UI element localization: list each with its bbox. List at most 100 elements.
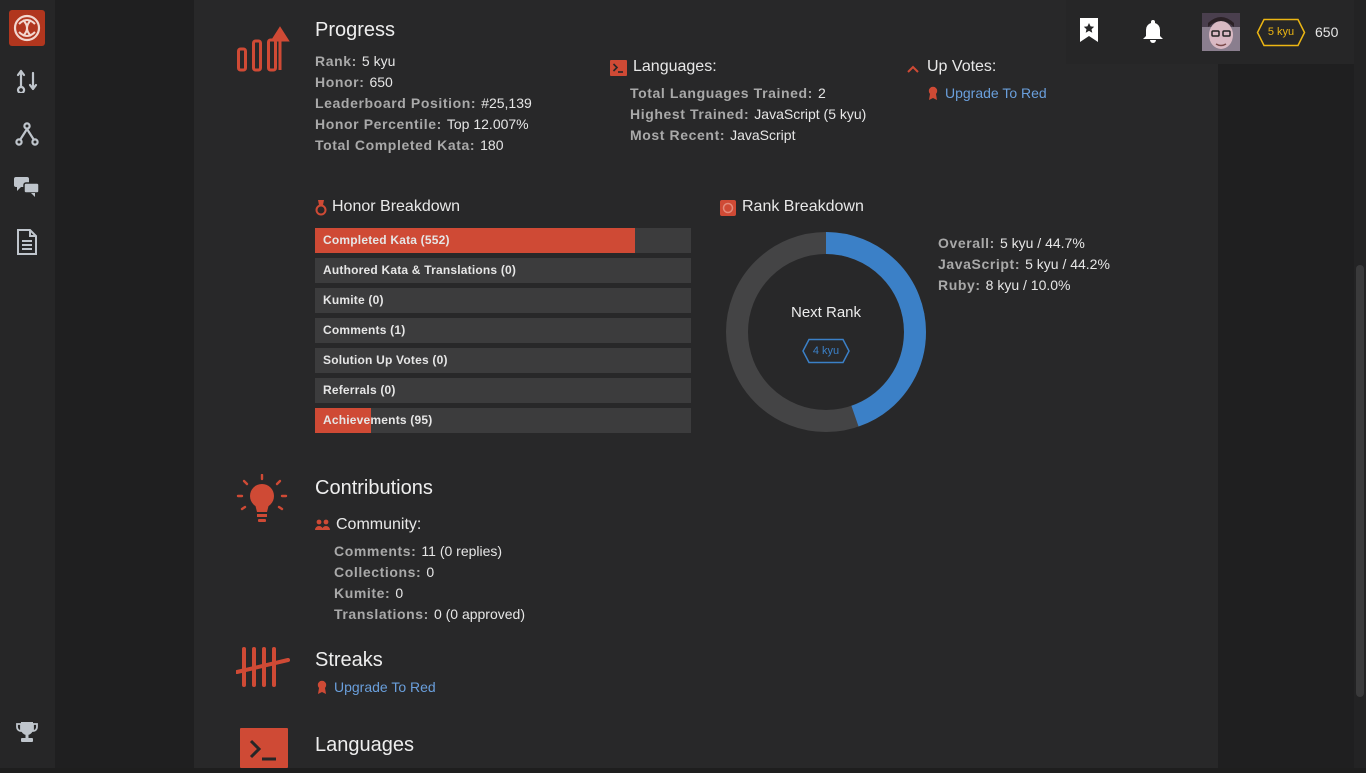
lightbulb-icon	[236, 473, 288, 531]
progress-chart-icon	[236, 26, 290, 79]
rank-stat: JavaScript: 5 kyu / 44.2%	[938, 254, 1110, 275]
stat-label: Total Languages Trained:	[630, 85, 813, 101]
honor-bar-achievements: Achievements (95)	[315, 408, 691, 433]
bar-label: Comments (1)	[323, 323, 406, 337]
honor-bar-authored: Authored Kata & Translations (0)	[315, 258, 691, 283]
stat-value: Top 12.007%	[446, 116, 529, 132]
stat-label: Overall:	[938, 235, 995, 251]
stat-value: 11 (0 replies)	[421, 543, 503, 559]
stat-value: JavaScript (5 kyu)	[754, 106, 867, 122]
bar-label: Solution Up Votes (0)	[323, 353, 448, 367]
rank-badge[interactable]: 5 kyu	[1256, 18, 1306, 47]
lang-stat: Most Recent: JavaScript	[630, 125, 866, 146]
community-stat: Kumite: 0	[334, 583, 525, 604]
languages-section-title: Languages	[315, 734, 414, 756]
medal-icon	[315, 200, 327, 221]
lang-stat: Highest Trained: JavaScript (5 kyu)	[630, 104, 866, 125]
tally-marks-icon	[235, 646, 290, 693]
bar-label: Kumite (0)	[323, 293, 384, 307]
stat-label: Translations:	[334, 606, 429, 622]
stat-completed: Total Completed Kata: 180	[315, 135, 532, 156]
stat-honor: Honor: 650	[315, 72, 532, 93]
community-stat: Translations: 0 (0 approved)	[334, 604, 525, 625]
stat-value: 0 (0 approved)	[433, 606, 525, 622]
community-stat: Comments: 11 (0 replies)	[334, 541, 525, 562]
stat-label: Honor Percentile:	[315, 116, 442, 132]
streaks-upgrade-link[interactable]: Upgrade To Red	[334, 679, 436, 695]
lang-stat: Total Languages Trained: 2	[630, 83, 866, 104]
practice-icon[interactable]	[9, 62, 45, 98]
bar-label: Referrals (0)	[323, 383, 396, 397]
honor-count: 650	[1315, 24, 1339, 40]
community-title: Community:	[336, 516, 422, 533]
stat-value: 180	[480, 137, 504, 153]
avatar[interactable]	[1202, 13, 1240, 51]
stat-label: Most Recent:	[630, 127, 726, 143]
streaks-title: Streaks	[315, 649, 383, 671]
community-stat: Collections: 0	[334, 562, 525, 583]
stat-label: Leaderboard Position:	[315, 95, 477, 111]
bookmark-icon[interactable]	[1078, 17, 1100, 48]
honor-bar-comments: Comments (1)	[315, 318, 691, 343]
contributions-title: Contributions	[315, 477, 433, 499]
stat-label: Honor:	[315, 74, 365, 90]
trophy-icon[interactable]	[9, 714, 45, 750]
progress-title: Progress	[315, 19, 396, 41]
terminal-icon	[610, 60, 627, 81]
stat-label: Rank:	[315, 53, 357, 69]
rank-stat: Ruby: 8 kyu / 10.0%	[938, 275, 1110, 296]
next-rank-badge: 4 kyu	[801, 338, 851, 364]
stat-value: JavaScript	[730, 127, 796, 143]
rank-breakdown-title: Rank Breakdown	[742, 198, 864, 215]
honor-bar-upvotes: Solution Up Votes (0)	[315, 348, 691, 373]
stat-label: Comments:	[334, 543, 417, 559]
honor-bar-kumite: Kumite (0)	[315, 288, 691, 313]
upvotes-title: Up Votes:	[927, 58, 997, 75]
stat-value: 5 kyu / 44.7%	[999, 235, 1085, 251]
stat-label: JavaScript:	[938, 256, 1021, 272]
upvotes-upgrade-link[interactable]: Upgrade To Red	[945, 85, 1047, 101]
rank-stats: Overall: 5 kyu / 44.7% JavaScript: 5 kyu /…	[938, 233, 1110, 296]
stat-value: 5 kyu / 44.2%	[1025, 256, 1110, 272]
top-bar: 5 kyu 650	[1066, 0, 1354, 64]
fork-icon[interactable]	[9, 116, 45, 152]
stat-value: #25,139	[481, 95, 532, 111]
codewars-logo-icon[interactable]	[9, 10, 45, 46]
left-gutter	[55, 0, 194, 768]
next-rank-label: Next Rank	[790, 304, 862, 321]
sidebar	[0, 0, 55, 768]
rank-donut: Next Rank 4 kyu	[726, 232, 926, 432]
stat-value: 650	[369, 74, 393, 90]
bar-label: Achievements (95)	[323, 413, 433, 427]
stat-leaderboard: Leaderboard Position: #25,139	[315, 93, 532, 114]
stat-value: 0	[426, 564, 435, 580]
rank-icon	[720, 200, 736, 221]
stat-label: Collections:	[334, 564, 422, 580]
stat-label: Total Completed Kata:	[315, 137, 476, 153]
ribbon-icon	[928, 86, 938, 106]
stat-value: 5 kyu	[361, 53, 396, 69]
bar-label: Authored Kata & Translations (0)	[323, 263, 517, 277]
progress-stats: Rank: 5 kyu Honor: 650 Leaderboard Positio…	[315, 51, 532, 156]
rank-stat: Overall: 5 kyu / 44.7%	[938, 233, 1110, 254]
stat-value: 8 kyu / 10.0%	[985, 277, 1071, 293]
chevron-up-icon	[906, 62, 920, 80]
stat-label: Ruby:	[938, 277, 981, 293]
docs-icon[interactable]	[9, 224, 45, 260]
community-icon	[315, 518, 330, 536]
community-stats: Comments: 11 (0 replies) Collections: 0 Ku…	[334, 541, 525, 625]
languages-stats: Total Languages Trained: 2 Highest Traine…	[630, 83, 866, 146]
languages-summary-title: Languages:	[633, 58, 717, 75]
right-gutter	[1218, 0, 1354, 768]
ribbon-icon	[317, 680, 327, 700]
stat-value: 0	[395, 585, 404, 601]
scrollbar-thumb[interactable]	[1356, 265, 1364, 697]
notifications-bell-icon[interactable]	[1141, 18, 1165, 49]
rank-badge-label: 5 kyu	[1267, 26, 1295, 38]
honor-bar-completed-kata: Completed Kata (552)	[315, 228, 691, 253]
next-rank-badge-label: 4 kyu	[812, 345, 840, 357]
discuss-icon[interactable]	[9, 168, 45, 204]
bar-label: Completed Kata (552)	[323, 233, 450, 247]
stat-rank: Rank: 5 kyu	[315, 51, 532, 72]
honor-bar-referrals: Referrals (0)	[315, 378, 691, 403]
